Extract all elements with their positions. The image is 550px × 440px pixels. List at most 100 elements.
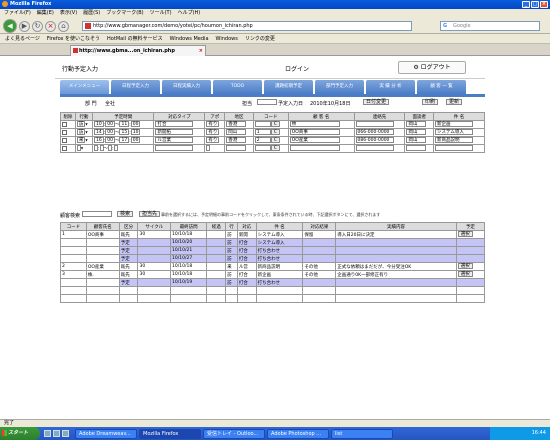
delete-checkbox[interactable] (62, 121, 67, 127)
delete-checkbox[interactable] (62, 129, 67, 135)
to-hour-select[interactable]: 17 (119, 137, 130, 144)
taskbar-task[interactable]: Adobe Photoshop ... (267, 428, 329, 439)
type-select[interactable] (155, 145, 194, 152)
person-input[interactable]: 岡山 (406, 137, 427, 144)
type-select[interactable]: ル営業 (155, 137, 194, 144)
from-hour-select[interactable]: 16 (93, 137, 104, 144)
search-bar[interactable]: G Google (440, 21, 540, 31)
app-tab[interactable]: 顧 客 一 覧 (417, 80, 466, 94)
to-minute-select[interactable]: 00 (130, 121, 141, 128)
browser-tab[interactable]: http://www.gbma...on_ichiran.php × (70, 45, 206, 56)
area-select[interactable]: 岡山 (226, 129, 247, 136)
menu-item[interactable]: ブックマーク(B) (106, 9, 143, 18)
owner-filter-button[interactable]: 担当先 (139, 211, 161, 217)
app-tab[interactable]: 日程予定入力 (111, 80, 160, 94)
action-select[interactable]: 訪 (76, 129, 86, 136)
media-icon[interactable] (62, 430, 69, 437)
owner-input[interactable] (257, 99, 277, 105)
select-button[interactable]: 選択 (457, 263, 473, 270)
code-lookup-button[interactable]: C (270, 137, 280, 144)
tab-close-icon[interactable]: × (199, 46, 203, 56)
bookmark-item[interactable]: Windows Media (170, 34, 209, 43)
person-input[interactable]: 岡山 (406, 129, 427, 136)
to-hour-select[interactable]: 11 (119, 121, 130, 128)
person-input[interactable]: 岡山 (406, 121, 427, 128)
action-select[interactable] (76, 145, 81, 152)
to-hour-select[interactable]: 15 (119, 129, 130, 136)
select-button[interactable]: 選択 (457, 231, 473, 238)
apo-select[interactable]: 有り (206, 129, 220, 136)
type-select[interactable]: 新開拓 (155, 129, 194, 136)
to-hour-select[interactable] (108, 145, 113, 152)
from-hour-select[interactable] (93, 145, 98, 152)
app-tab[interactable]: メインメニュー (60, 80, 109, 94)
from-minute-select[interactable] (99, 145, 104, 152)
code-input[interactable] (254, 121, 271, 128)
print-button[interactable]: 印刷 (422, 99, 439, 105)
menu-item[interactable]: ファイル(F) (4, 9, 31, 18)
taskbar-task[interactable]: Mozilla Firefox (139, 428, 201, 439)
from-hour-select[interactable]: 10 (93, 121, 104, 128)
menu-item[interactable]: 履歴(S) (83, 9, 100, 18)
code-lookup-button[interactable]: C (270, 129, 280, 136)
customer-input[interactable]: OO産業 (289, 137, 340, 144)
select-button[interactable]: 選択 (457, 271, 473, 278)
menu-item[interactable]: 表示(V) (60, 9, 77, 18)
desktop-icon[interactable] (53, 430, 60, 437)
person-input[interactable] (406, 145, 427, 152)
subject-input[interactable]: システム導入 (435, 129, 474, 136)
minimize-button[interactable]: _ (522, 1, 530, 8)
contact-input[interactable]: 066-000-0000 (355, 129, 394, 136)
forward-button[interactable]: ▶ (19, 21, 30, 32)
subject-input[interactable] (435, 145, 474, 152)
area-select[interactable]: 香港 (226, 137, 247, 144)
action-select[interactable]: 来 (76, 137, 86, 144)
app-tab[interactable]: 課題初期予定 (264, 80, 313, 94)
code-lookup-button[interactable]: C (270, 145, 280, 152)
customer-input[interactable]: OO商事 (289, 129, 340, 136)
app-tab[interactable]: 日程実績入力 (162, 80, 211, 94)
menu-item[interactable]: 編集(E) (37, 9, 54, 18)
start-button[interactable]: スタート (0, 427, 40, 440)
code-input[interactable]: 2 (254, 137, 271, 144)
home-icon[interactable]: ⌂ (58, 21, 69, 32)
bookmark-item[interactable]: HotMail の無料サービス (107, 34, 163, 43)
bookmark-item[interactable]: Firefox を使いこなそう (47, 34, 100, 43)
app-tab[interactable]: 部門予定入力 (315, 80, 364, 94)
reload-icon[interactable]: ↻ (32, 21, 43, 32)
date-change-button[interactable]: 日付変更 (363, 99, 390, 105)
delete-checkbox[interactable] (62, 137, 67, 143)
code-input[interactable] (254, 145, 271, 152)
delete-checkbox[interactable] (62, 145, 67, 151)
customer-search-input[interactable] (82, 211, 112, 217)
apo-select[interactable] (206, 145, 211, 152)
from-minute-select[interactable]: 00 (105, 121, 115, 128)
app-tab[interactable]: TODO (213, 80, 262, 94)
app-tab[interactable]: 実 績 分 析 (366, 80, 415, 94)
to-minute-select[interactable] (113, 145, 118, 152)
subject-input[interactable]: 新商品説明 (435, 137, 474, 144)
menu-item[interactable]: ツール(T) (150, 9, 172, 18)
taskbar-task[interactable]: Adobe Dreamweav... (75, 428, 137, 439)
back-button[interactable]: ◀ (3, 19, 17, 33)
bookmark-item[interactable]: リンクの変更 (245, 34, 275, 43)
contact-input[interactable]: 086-000-0000 (355, 137, 394, 144)
update-button[interactable]: 更新 (446, 99, 463, 105)
taskbar-task[interactable]: 受信トレイ - Outloo... (203, 428, 265, 439)
logout-button[interactable]: ⚙ ログアウト (398, 61, 466, 74)
maximize-button[interactable]: □ (531, 1, 539, 8)
area-select[interactable] (226, 145, 247, 152)
contact-input[interactable] (355, 121, 394, 128)
taskbar-task[interactable]: list (331, 428, 393, 439)
from-minute-select[interactable]: 00 (105, 129, 115, 136)
apo-select[interactable]: 有り (206, 137, 220, 144)
apo-select[interactable]: 有り (206, 121, 220, 128)
to-minute-select[interactable]: 00 (130, 137, 141, 144)
subject-input[interactable]: 新企画 (435, 121, 474, 128)
stop-icon[interactable]: × (45, 21, 56, 32)
customer-input[interactable]: 林 (289, 121, 340, 128)
area-select[interactable]: 香港 (226, 121, 247, 128)
bookmark-item[interactable]: Windows (216, 34, 238, 43)
contact-input[interactable] (355, 145, 394, 152)
action-select[interactable]: 訪 (76, 121, 86, 128)
